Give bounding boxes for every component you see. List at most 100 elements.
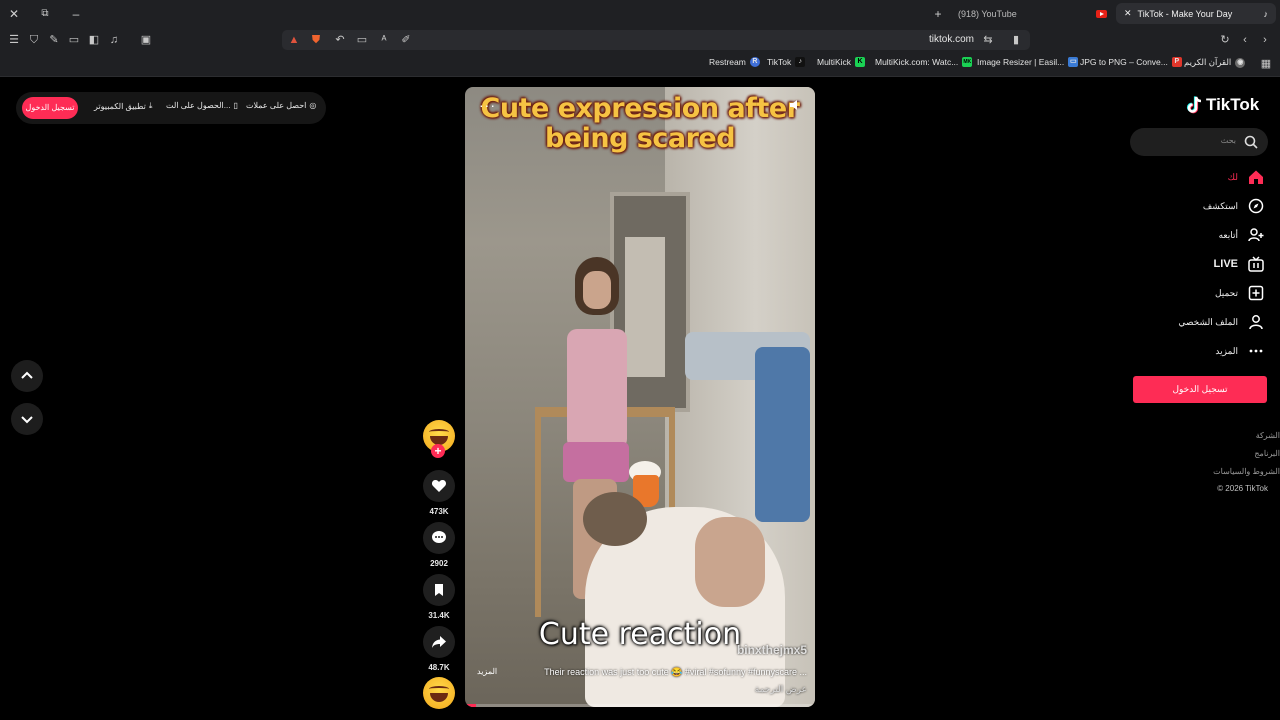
sidebar-icon[interactable]: ◧ bbox=[86, 32, 102, 48]
bookmark-image-resizer[interactable]: Image Resizer | Easil... ▭ bbox=[977, 57, 1079, 67]
footer-copyright: © 2026 TikTok bbox=[1217, 484, 1268, 493]
tab-tiktok[interactable]: ✕ TikTok - Make Your Day ♪ bbox=[1116, 3, 1276, 24]
bookmark-label: JPG to PNG – Conve... bbox=[1080, 57, 1168, 67]
desktop-app-label: تطبيق الكمبيوتر bbox=[94, 101, 146, 111]
music-icon[interactable]: ♫ bbox=[106, 32, 122, 48]
video-options-icon[interactable]: ··· bbox=[479, 97, 496, 113]
comment-button[interactable] bbox=[423, 522, 455, 554]
bookmark-multikick[interactable]: MultiKick K bbox=[817, 57, 866, 67]
bookmark-label: TikTok bbox=[767, 57, 792, 67]
share-action[interactable]: 48.7K bbox=[422, 626, 456, 672]
comment-action[interactable]: 2902 bbox=[422, 522, 456, 568]
footer-link-company[interactable]: الشركة bbox=[1256, 431, 1280, 440]
volume-icon[interactable] bbox=[789, 99, 801, 111]
footer-link-terms[interactable]: الشروط والسياسات bbox=[1213, 467, 1280, 476]
nav-item-for-you[interactable]: لك bbox=[1228, 169, 1264, 185]
restream-icon: R bbox=[749, 57, 760, 67]
restore-window-icon[interactable]: ⧉ bbox=[37, 6, 53, 22]
nav-item-upload[interactable]: تحميل bbox=[1215, 285, 1264, 301]
follow-plus-icon[interactable]: + bbox=[431, 444, 445, 458]
get-coins-label: احصل على عملات bbox=[246, 101, 307, 110]
tab-youtube-favicon[interactable] bbox=[1092, 3, 1112, 24]
sound-emoji-icon bbox=[423, 677, 455, 709]
nav-label: استكشف bbox=[1202, 200, 1238, 211]
share-count: 48.7K bbox=[428, 663, 450, 672]
desktop-app-link[interactable]: تطبيق الكمبيوتر ⤓ bbox=[94, 101, 152, 111]
video-progress-bar[interactable] bbox=[465, 704, 815, 707]
pin-icon[interactable]: ✎ bbox=[46, 32, 62, 48]
new-tab-icon[interactable]: + bbox=[930, 6, 946, 22]
shield-icon[interactable]: ⛉ bbox=[26, 32, 42, 48]
girl-face bbox=[583, 271, 611, 309]
sound-disc[interactable] bbox=[422, 677, 456, 709]
footer-link-program[interactable]: البرنامج bbox=[1254, 449, 1280, 458]
tiktok-logo[interactable]: TikTok bbox=[1186, 95, 1259, 115]
next-video-button[interactable] bbox=[11, 403, 43, 435]
undo-icon[interactable]: ↶ bbox=[332, 32, 348, 48]
address-bar[interactable]: ▲ ⛊ ↶ ▭ ᴬ ✐ tiktok.com ⇆ bbox=[282, 30, 1030, 50]
bookmark-label: القرآن الكريم bbox=[1184, 57, 1232, 67]
like-button[interactable] bbox=[423, 470, 455, 502]
search-icon[interactable] bbox=[1244, 135, 1258, 149]
bookmark-restream[interactable]: Restream R bbox=[709, 57, 760, 67]
video-caption-top-line1: Cute expression after bbox=[480, 93, 800, 124]
nav-item-profile[interactable]: الملف الشخصي bbox=[1178, 314, 1264, 330]
share-button[interactable] bbox=[423, 626, 455, 658]
video-more-link[interactable]: المزيد bbox=[477, 667, 497, 676]
video-translate-link[interactable]: عرض الترجمة bbox=[755, 684, 807, 695]
nav-item-live[interactable]: LIVE bbox=[1214, 256, 1264, 272]
bookmarks-grid-icon[interactable]: ▦ bbox=[1258, 56, 1274, 72]
forward-icon[interactable]: › bbox=[1257, 32, 1273, 48]
tiktok-bookmark-icon: ♪ bbox=[795, 57, 806, 67]
screenshot-icon[interactable]: ▣ bbox=[138, 32, 154, 48]
like-count: 473K bbox=[429, 507, 449, 516]
back-icon[interactable]: ‹ bbox=[1237, 32, 1253, 48]
bookmarks-bar: Restream R TikTok ♪ MultiKick K MultiKic… bbox=[0, 53, 1280, 77]
browser-toolbar: ☰ ⛉ ✎ ▭ ◧ ♫ ▣ ▲ ⛊ ↶ ▭ ᴬ ✐ tiktok.com ⇆ ▮… bbox=[0, 27, 1280, 53]
bookmark-save-icon bbox=[435, 584, 443, 596]
site-settings-icon[interactable]: ⇆ bbox=[980, 32, 996, 48]
like-action[interactable]: 473K bbox=[422, 470, 456, 516]
reload-icon[interactable]: ↻ bbox=[1217, 32, 1233, 48]
nav-item-following[interactable]: أتابعه bbox=[1219, 227, 1264, 243]
bookmark-tiktok[interactable]: TikTok ♪ bbox=[767, 57, 806, 67]
video-scene-jeans bbox=[755, 347, 810, 522]
nav-item-explore[interactable]: استكشف bbox=[1203, 198, 1264, 214]
bookmark-label: MultiKick.com: Watc... bbox=[875, 57, 959, 67]
brave-rewards-icon[interactable]: ▲ bbox=[286, 32, 302, 48]
tab-close-icon[interactable]: ✕ bbox=[1124, 8, 1132, 19]
nav-item-more[interactable]: المزيد bbox=[1215, 343, 1264, 359]
jpg-to-png-icon: P bbox=[1171, 57, 1182, 67]
save-action[interactable]: 31.4K bbox=[422, 574, 456, 620]
tabs-icon[interactable]: ▭ bbox=[66, 32, 82, 48]
translate-icon[interactable]: ᴬ bbox=[376, 32, 392, 48]
get-coins-link[interactable]: احصل على عملات ◎ bbox=[246, 101, 316, 110]
follow-icon bbox=[1248, 227, 1264, 243]
bookmark-quran[interactable]: القرآن الكريم ◉ bbox=[1184, 57, 1246, 68]
get-app-link[interactable]: الحصول على الت... ▯ bbox=[166, 101, 238, 110]
bookmark-icon[interactable]: ▮ bbox=[1008, 32, 1024, 48]
login-button[interactable]: تسجيل الدخول bbox=[22, 97, 78, 119]
brave-shield-icon[interactable]: ⛊ bbox=[308, 32, 324, 48]
reader-icon[interactable]: ✐ bbox=[398, 32, 414, 48]
minimize-window-icon[interactable]: – bbox=[68, 6, 84, 22]
bookmark-multikick-watch[interactable]: MultiKick.com: Watc... MK bbox=[875, 57, 973, 67]
creator-avatar[interactable]: + bbox=[422, 420, 456, 458]
multikick-watch-icon: MK bbox=[962, 57, 973, 67]
video-scene-woman-head bbox=[583, 492, 647, 546]
cast-icon[interactable]: ▭ bbox=[354, 32, 370, 48]
url-text[interactable]: tiktok.com bbox=[929, 34, 974, 45]
video-player[interactable]: Cute expression after being scared ··· C… bbox=[465, 87, 815, 707]
bookmark-jpg-to-png[interactable]: JPG to PNG – Conve... P bbox=[1080, 57, 1182, 67]
close-window-icon[interactable]: ✕ bbox=[6, 6, 22, 22]
chevron-down-icon bbox=[21, 416, 33, 424]
image-resizer-icon: ▭ bbox=[1068, 57, 1079, 67]
menu-icon[interactable]: ☰ bbox=[6, 32, 22, 48]
tab-youtube[interactable]: (918) YouTube bbox=[950, 3, 1090, 24]
tiktok-page: تسجيل الدخول تطبيق الكمبيوتر ⤓ الحصول عل… bbox=[0, 77, 1280, 720]
sidebar-login-button[interactable]: تسجيل الدخول bbox=[1133, 376, 1267, 403]
search-input[interactable]: بحث bbox=[1130, 128, 1268, 156]
multikick-icon: K bbox=[855, 57, 866, 67]
save-button[interactable] bbox=[423, 574, 455, 606]
previous-video-button[interactable] bbox=[11, 360, 43, 392]
